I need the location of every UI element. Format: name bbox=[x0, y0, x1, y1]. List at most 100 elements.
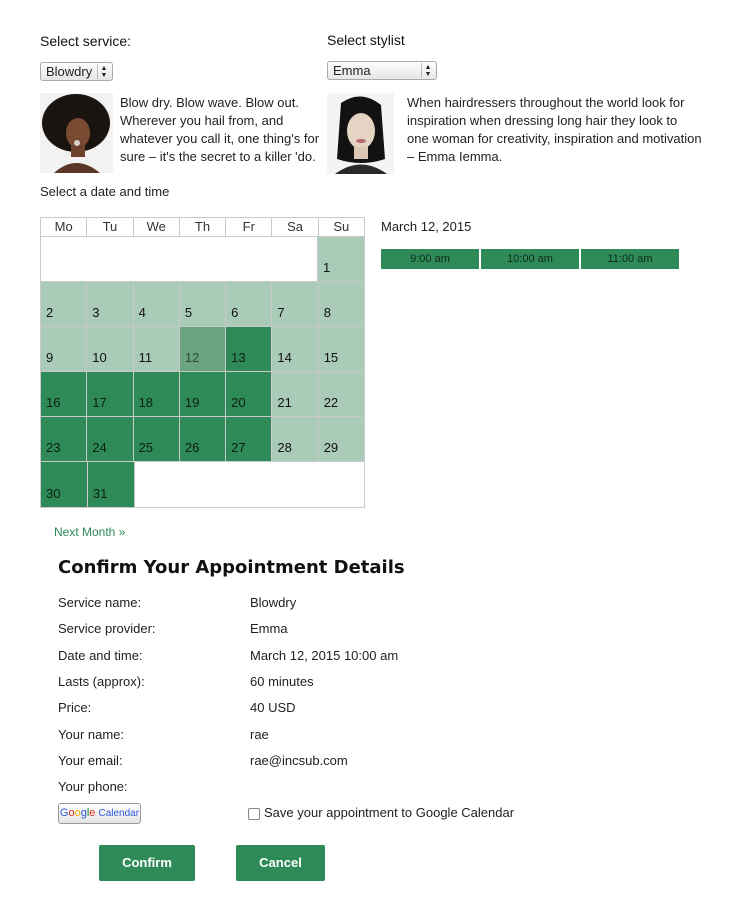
calendar-day-number: 24 bbox=[92, 440, 107, 455]
calendar-day-8[interactable]: 8 bbox=[318, 282, 364, 327]
calendar-day-number: 20 bbox=[231, 395, 246, 410]
next-month-link[interactable]: Next Month » bbox=[54, 525, 125, 539]
date-prompt: Select a date and time bbox=[40, 184, 170, 199]
calendar: Mo Tu We Th Fr Sa Su 1 2 3 4 5 6 7 8 9 10 11 12 13 14 15 16 17… bbox=[40, 217, 365, 508]
detail-value: March 12, 2015 10:00 am bbox=[250, 648, 399, 663]
calendar-day-15[interactable]: 15 bbox=[318, 327, 364, 372]
calendar-day-number: 9 bbox=[46, 350, 54, 365]
calendar-day-2[interactable]: 2 bbox=[41, 282, 88, 327]
calendar-day-29[interactable]: 29 bbox=[318, 417, 364, 462]
calendar-day-number: 14 bbox=[277, 350, 292, 365]
calendar-day-number: 10 bbox=[92, 350, 107, 365]
calendar-empty-cell bbox=[271, 237, 318, 282]
google-calendar-badge: Google Calendar bbox=[58, 803, 141, 824]
calendar-day-16: 16 bbox=[41, 372, 88, 417]
detail-label: Date and time: bbox=[58, 648, 143, 663]
calendar-day-number: 17 bbox=[92, 395, 107, 410]
calendar-day-number: 5 bbox=[184, 305, 193, 320]
calendar-day-number: 16 bbox=[46, 395, 61, 410]
detail-label: Your email: bbox=[58, 753, 123, 768]
detail-label: Price: bbox=[58, 700, 92, 715]
calendar-day-number: 13 bbox=[231, 350, 246, 365]
selected-date-label: March 12, 2015 bbox=[381, 219, 472, 234]
calendar-day-23: 23 bbox=[41, 417, 88, 462]
save-to-google-calendar-label: Save your appointment to Google Calendar bbox=[264, 805, 515, 820]
time-slot-button[interactable]: 11:00 am bbox=[581, 249, 679, 269]
calendar-week: 2 3 4 5 6 7 8 bbox=[41, 282, 364, 327]
calendar-day-number: 8 bbox=[323, 305, 331, 320]
gcal-letter: e bbox=[89, 807, 96, 819]
calendar-day-number: 22 bbox=[323, 395, 339, 410]
calendar-empty-cell bbox=[180, 462, 227, 507]
calendar-empty-cell bbox=[87, 237, 133, 282]
select-arrows-icon: ▲ ▼ bbox=[421, 63, 434, 78]
save-to-google-calendar-checkbox[interactable] bbox=[248, 808, 260, 820]
cancel-button[interactable]: Cancel bbox=[236, 845, 325, 881]
calendar-day-13: 13 bbox=[226, 327, 273, 372]
calendar-day-24: 24 bbox=[87, 417, 134, 462]
calendar-day-number: 15 bbox=[323, 350, 339, 365]
calendar-day-number: 31 bbox=[92, 486, 108, 501]
calendar-day-number: 25 bbox=[138, 440, 154, 455]
calendar-day-4[interactable]: 4 bbox=[133, 282, 180, 327]
calendar-day-number: 7 bbox=[277, 305, 285, 320]
calendar-day-22[interactable]: 22 bbox=[318, 372, 364, 417]
calendar-day-5[interactable]: 5 bbox=[179, 282, 227, 327]
calendar-day-14[interactable]: 14 bbox=[272, 327, 319, 372]
calendar-day-6[interactable]: 6 bbox=[226, 282, 273, 327]
calendar-body: 1 2 3 4 5 6 7 8 9 10 11 12 13 14 15 16 17 18 19 20 21 22 23 24 2… bbox=[41, 237, 365, 507]
calendar-week: 9 10 11 12 13 14 15 bbox=[41, 327, 364, 372]
service-select[interactable]: Blowdry ▲ ▼ bbox=[40, 62, 113, 81]
calendar-week: 23 24 25 26 27 28 29 bbox=[41, 417, 364, 462]
calendar-day-11[interactable]: 11 bbox=[133, 327, 180, 372]
calendar-day-20: 20 bbox=[226, 372, 273, 417]
calendar-day-12[interactable]: 12 bbox=[179, 327, 227, 372]
calendar-day-30: 30 bbox=[41, 462, 88, 507]
confirm-title: Confirm Your Appointment Details bbox=[58, 557, 405, 578]
calendar-empty-cell bbox=[133, 237, 179, 282]
calendar-day-9[interactable]: 9 bbox=[41, 327, 88, 372]
stylist-select[interactable]: Emma ▲ ▼ bbox=[327, 61, 437, 80]
detail-value: Emma bbox=[250, 621, 288, 636]
weekday-we: We bbox=[134, 218, 180, 236]
service-photo bbox=[40, 93, 113, 173]
service-select-value: Blowdry bbox=[46, 64, 93, 79]
weekday-su: Su bbox=[333, 219, 350, 234]
calendar-day-number: 29 bbox=[323, 440, 339, 455]
calendar-day-21[interactable]: 21 bbox=[272, 372, 319, 417]
detail-value: rae bbox=[250, 727, 269, 742]
calendar-day-number: 30 bbox=[46, 486, 61, 501]
confirm-button[interactable]: Confirm bbox=[99, 845, 195, 881]
gcal-word: Calendar bbox=[98, 808, 140, 819]
calendar-day-7[interactable]: 7 bbox=[272, 282, 319, 327]
calendar-day-number: 6 bbox=[231, 305, 239, 320]
time-slot-button[interactable]: 9:00 am bbox=[381, 249, 479, 269]
detail-value: 40 USD bbox=[250, 700, 296, 715]
calendar-day-19: 19 bbox=[179, 372, 227, 417]
calendar-empty-cell bbox=[41, 237, 87, 282]
calendar-day-number: 1 bbox=[323, 260, 331, 275]
calendar-day-17: 17 bbox=[87, 372, 134, 417]
calendar-empty-cell bbox=[272, 462, 319, 507]
service-description: Blow dry. Blow wave. Blow out. Wherever … bbox=[120, 95, 320, 164]
detail-label: Service provider: bbox=[58, 621, 156, 636]
stylist-photo bbox=[327, 93, 394, 174]
calendar-day-3[interactable]: 3 bbox=[87, 282, 134, 327]
calendar-day-number: 27 bbox=[231, 440, 246, 455]
calendar-day-number: 2 bbox=[46, 305, 54, 320]
calendar-day-number: 11 bbox=[138, 350, 153, 365]
calendar-day-10[interactable]: 10 bbox=[87, 327, 134, 372]
calendar-week: 1 bbox=[41, 237, 364, 282]
calendar-week: 16 17 18 19 20 21 22 bbox=[41, 372, 364, 417]
stylist-select-value: Emma bbox=[333, 63, 371, 78]
calendar-day-28[interactable]: 28 bbox=[272, 417, 319, 462]
calendar-day-1[interactable]: 1 bbox=[318, 237, 364, 282]
select-arrows-icon: ▲ ▼ bbox=[97, 64, 110, 79]
stylist-description: When hairdressers throughout the world l… bbox=[407, 95, 702, 164]
detail-label: Your name: bbox=[58, 727, 125, 742]
calendar-empty-cell bbox=[318, 462, 365, 507]
calendar-weekdays: Mo Tu We Th Fr Sa Su bbox=[41, 218, 364, 237]
calendar-day-25: 25 bbox=[133, 417, 180, 462]
detail-label: Service name: bbox=[58, 595, 142, 610]
time-slot-button[interactable]: 10:00 am bbox=[481, 249, 579, 269]
